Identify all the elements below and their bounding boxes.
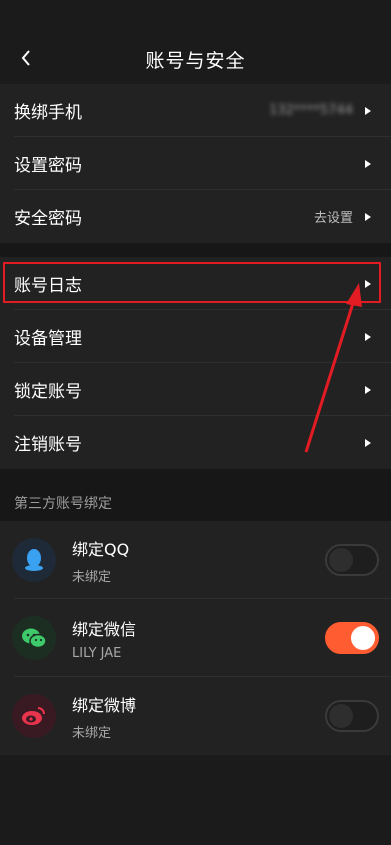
row-change-phone[interactable]: 换绑手机 132****5744 — [0, 84, 391, 137]
third-party-status: 未绑定 — [72, 725, 112, 741]
qq-icon — [25, 549, 43, 571]
qq-avatar — [12, 538, 56, 582]
header-bar: 账号与安全 — [0, 0, 391, 84]
third-party-list: 绑定QQ 未绑定 绑定微信 LILY JAE 绑定微博 未绑定 — [0, 521, 391, 755]
wechat-bind-toggle[interactable] — [325, 622, 379, 654]
weibo-bind-toggle[interactable] — [325, 700, 379, 732]
third-party-name: 绑定微信 — [72, 619, 137, 639]
row-account-log[interactable]: 账号日志 — [0, 257, 391, 310]
phone-number-value: 132****5744 — [269, 103, 353, 118]
section-divider — [0, 243, 391, 257]
chevron-right-icon — [365, 385, 371, 394]
wechat-icon — [22, 628, 47, 649]
third-party-status: LILY JAE — [72, 645, 122, 661]
third-party-name: 绑定QQ — [72, 539, 130, 559]
row-security-password[interactable]: 安全密码 去设置 — [0, 190, 391, 243]
row-label: 设置密码 — [14, 156, 82, 176]
third-party-status: 未绑定 — [72, 569, 112, 585]
row-label: 锁定账号 — [14, 382, 82, 402]
row-cancel-account[interactable]: 注销账号 — [0, 416, 391, 469]
chevron-right-icon — [365, 159, 371, 168]
row-set-password[interactable]: 设置密码 — [0, 137, 391, 190]
weibo-icon — [22, 707, 45, 725]
chevron-right-icon — [365, 212, 371, 221]
bottom-empty-area — [0, 755, 391, 845]
wechat-avatar — [12, 616, 56, 660]
row-label: 换绑手机 — [14, 103, 82, 123]
account-settings-group: 换绑手机 132****5744 设置密码 安全密码 去设置 — [0, 84, 391, 243]
row-label: 设备管理 — [14, 329, 82, 349]
third-party-section-title: 第三方账号绑定 — [14, 496, 112, 512]
row-label: 安全密码 — [14, 209, 82, 229]
row-label: 注销账号 — [14, 435, 82, 455]
row-device-management[interactable]: 设备管理 — [0, 310, 391, 363]
row-label: 账号日志 — [14, 276, 82, 296]
chevron-right-icon — [365, 106, 371, 115]
page-title: 账号与安全 — [145, 50, 246, 72]
third-party-name: 绑定微博 — [72, 695, 137, 715]
security-password-status: 去设置 — [313, 211, 353, 226]
row-lock-account[interactable]: 锁定账号 — [0, 363, 391, 416]
chevron-right-icon — [365, 279, 371, 288]
third-party-row-wechat: 绑定微信 LILY JAE — [0, 599, 391, 677]
third-party-row-weibo: 绑定微博 未绑定 — [0, 677, 391, 755]
chevron-right-icon — [365, 332, 371, 341]
third-party-row-qq: 绑定QQ 未绑定 — [0, 521, 391, 599]
account-management-group: 账号日志 设备管理 锁定账号 注销账号 — [0, 257, 391, 469]
chevron-right-icon — [365, 438, 371, 447]
qq-bind-toggle[interactable] — [325, 544, 379, 576]
weibo-avatar — [12, 694, 56, 738]
